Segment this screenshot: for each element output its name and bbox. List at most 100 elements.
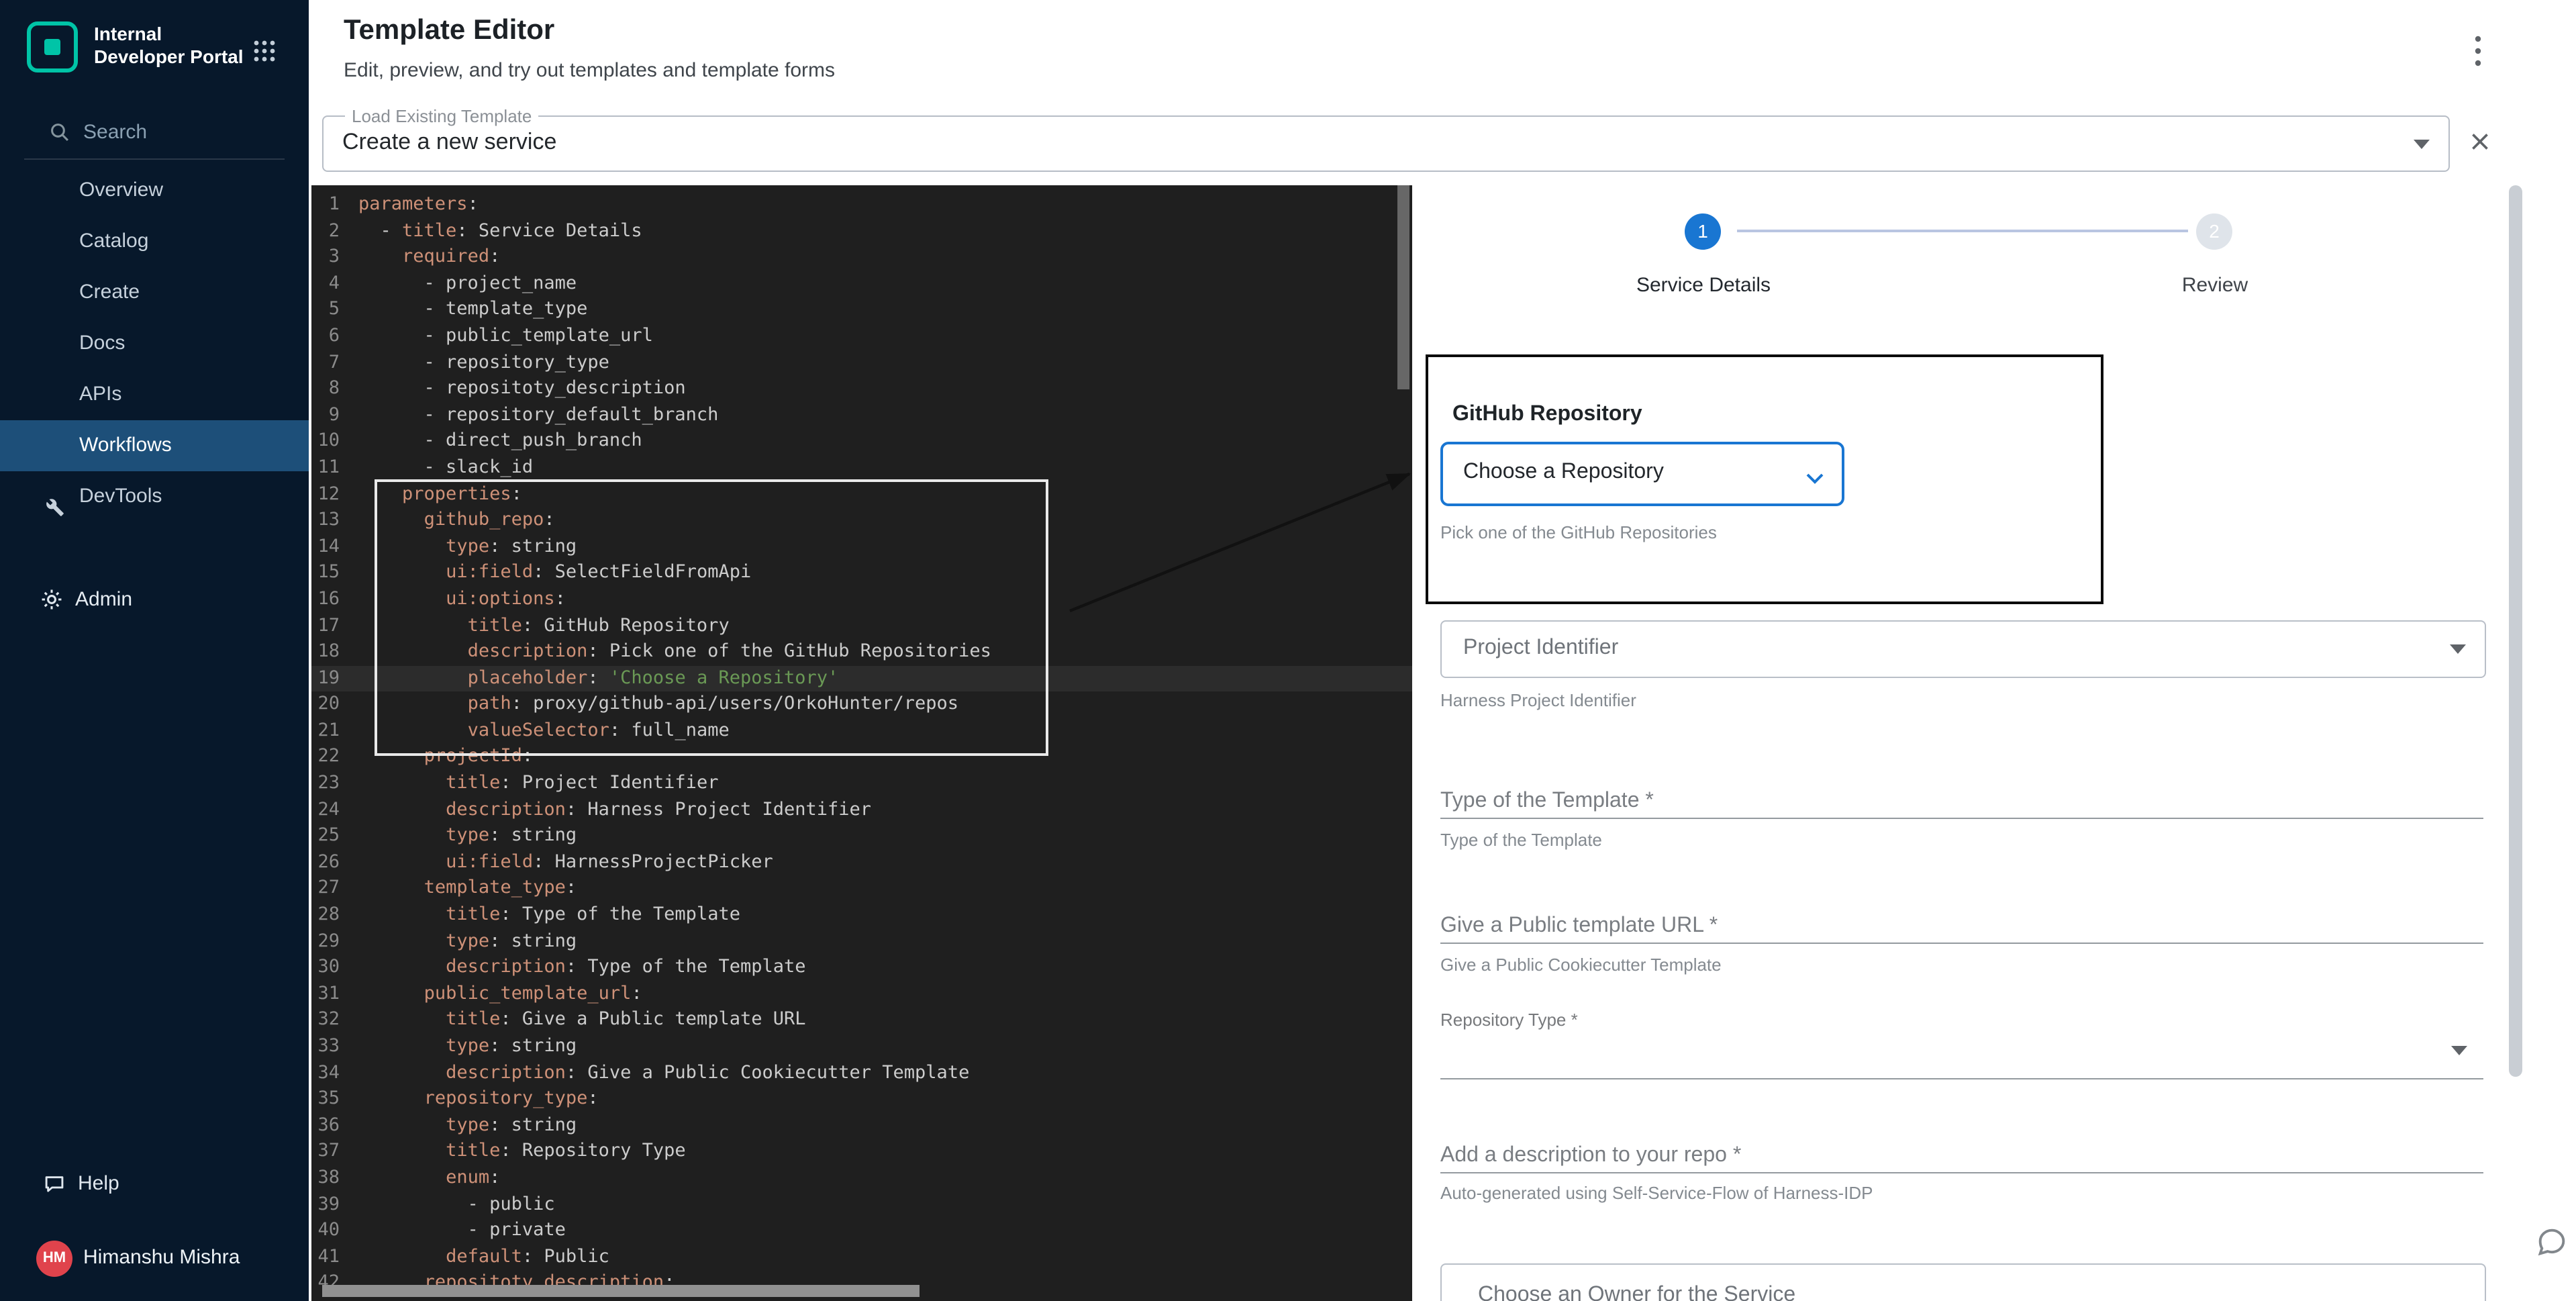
code-line: 11 - slack_id [311, 455, 1412, 481]
user-profile[interactable]: HM Himanshu Mishra [0, 1231, 309, 1285]
brand: Internal Developer Portal [27, 21, 244, 73]
stepper-step-2-label: Review [2182, 274, 2248, 297]
apps-grid-icon[interactable] [252, 39, 277, 70]
code-line: 19 placeholder: 'Choose a Repository' [311, 665, 1412, 691]
editor-vertical-scrollbar[interactable] [1397, 185, 1409, 389]
code-line: 28 title: Type of the Template [311, 902, 1412, 928]
page-subtitle: Edit, preview, and try out templates and… [344, 59, 835, 82]
sidebar-item-workflows[interactable]: Workflows [0, 420, 309, 471]
feedback-chat-icon[interactable] [2534, 1224, 2569, 1259]
brand-title: Internal Developer Portal [94, 21, 244, 68]
admin-label: Admin [75, 575, 132, 626]
template-type-helper: Type of the Template [1440, 830, 1602, 850]
sidebar-item-help[interactable]: Help [0, 1159, 309, 1210]
owner-placeholder: Choose an Owner for the Service [1478, 1284, 1795, 1301]
code-line: 18 description: Pick one of the GitHub R… [311, 639, 1412, 665]
code-line: 16 ui:options: [311, 587, 1412, 613]
stepper-step-1[interactable]: 1 [1685, 213, 1721, 250]
page-title: Template Editor [344, 15, 554, 47]
code-line: 35 repository_type: [311, 1086, 1412, 1112]
preview-scrollbar[interactable] [2509, 185, 2522, 1077]
owner-field[interactable]: Choose an Owner for the Service [1440, 1263, 2486, 1301]
search-icon [48, 121, 71, 144]
code-editor-content: 1parameters:2 - title: Service Details3 … [311, 185, 1412, 1297]
code-line: 23 title: Project Identifier [311, 771, 1412, 797]
public-url-helper: Give a Public Cookiecutter Template [1440, 955, 1722, 975]
project-identifier-helper: Harness Project Identifier [1440, 690, 1636, 710]
code-line: 14 type: string [311, 534, 1412, 560]
code-line: 15 ui:field: SelectFieldFromApi [311, 561, 1412, 587]
sidebar-item-create[interactable]: Create [0, 267, 309, 318]
sidebar-item-devtools[interactable]: DevTools [0, 471, 309, 522]
wrench-icon [46, 486, 64, 537]
code-line: 8 - repositoty_description [311, 376, 1412, 402]
dropdown-caret-icon [2414, 140, 2430, 149]
repo-description-underline [1440, 1172, 2483, 1173]
kebab-menu-icon[interactable] [2474, 34, 2493, 68]
template-editor-page: Internal Developer Portal Search Overvie… [0, 0, 2576, 1301]
github-repo-label: GitHub Repository [1452, 403, 1642, 427]
code-line: 36 type: string [311, 1113, 1412, 1139]
stepper-step-2[interactable]: 2 [2196, 213, 2232, 250]
repo-description-field[interactable]: Add a description to your repo * [1440, 1144, 1741, 1168]
sidebar-item-admin[interactable]: Admin [0, 575, 309, 626]
code-line: 34 description: Give a Public Cookiecutt… [311, 1060, 1412, 1086]
code-line: 7 - repository_type [311, 350, 1412, 376]
code-line: 37 title: Repository Type [311, 1139, 1412, 1165]
sidebar-divider [24, 158, 285, 160]
public-url-field[interactable]: Give a Public template URL * [1440, 914, 1718, 938]
chevron-down-icon [1805, 467, 1824, 491]
code-line: 30 description: Type of the Template [311, 955, 1412, 981]
repo-description-helper: Auto-generated using Self-Service-Flow o… [1440, 1183, 1873, 1203]
repository-type-select[interactable]: Repository Type * [1440, 1010, 1578, 1030]
code-line: 13 github_repo: [311, 508, 1412, 534]
code-line: 26 ui:field: HarnessProjectPicker [311, 850, 1412, 876]
sidebar-item-overview[interactable]: Overview [0, 165, 309, 216]
template-type-field[interactable]: Type of the Template * [1440, 789, 1654, 814]
code-line: 5 - template_type [311, 297, 1412, 324]
github-repo-helper: Pick one of the GitHub Repositories [1440, 522, 1717, 542]
dropdown-caret-icon [2451, 1046, 2467, 1055]
public-url-underline [1440, 943, 2483, 944]
editor-horizontal-scrollbar[interactable] [322, 1285, 920, 1297]
sidebar-search[interactable]: Search [0, 107, 309, 158]
code-line: 39 - public [311, 1192, 1412, 1218]
project-identifier-placeholder: Project Identifier [1463, 622, 1618, 674]
app-logo-icon [27, 21, 78, 73]
code-line: 33 type: string [311, 1034, 1412, 1060]
code-line: 6 - public_template_url [311, 324, 1412, 350]
code-line: 1parameters: [311, 192, 1412, 218]
code-line: 38 enum: [311, 1165, 1412, 1192]
project-identifier-select[interactable]: Project Identifier [1440, 620, 2486, 678]
sidebar-item-catalog[interactable]: Catalog [0, 216, 309, 267]
code-line: 20 path: proxy/github-api/users/OrkoHunt… [311, 692, 1412, 718]
sidebar-nav: Overview Catalog Create Docs APIs Workfl… [0, 165, 309, 522]
search-label: Search [83, 107, 147, 158]
code-line: 4 - project_name [311, 271, 1412, 297]
repository-type-underline [1440, 1078, 2483, 1079]
dropdown-caret-icon [2450, 644, 2466, 654]
sidebar-item-docs[interactable]: Docs [0, 318, 309, 369]
code-editor[interactable]: 1parameters:2 - title: Service Details3 … [311, 185, 1412, 1301]
code-line: 27 template_type: [311, 876, 1412, 902]
code-line: 9 - repository_default_branch [311, 403, 1412, 429]
help-label: Help [78, 1159, 119, 1210]
code-line: 29 type: string [311, 928, 1412, 955]
load-template-select[interactable]: Load Existing Template Create a new serv… [322, 115, 2450, 172]
clear-template-icon[interactable] [2467, 129, 2494, 156]
code-line: 31 public_template_url: [311, 981, 1412, 1008]
code-line: 32 title: Give a Public template URL [311, 1008, 1412, 1034]
load-template-value: Create a new service [342, 117, 556, 168]
gear-icon [40, 588, 63, 611]
code-line: 22 projectId: [311, 744, 1412, 771]
code-line: 12 properties: [311, 481, 1412, 508]
code-line: 41 default: Public [311, 1245, 1412, 1271]
stepper-step-1-label: Service Details [1636, 274, 1771, 297]
sidebar-item-apis[interactable]: APIs [0, 369, 309, 420]
github-repo-select[interactable]: Choose a Repository [1440, 442, 1844, 506]
user-name: Himanshu Mishra [83, 1231, 240, 1285]
code-line: 17 title: GitHub Repository [311, 613, 1412, 639]
code-line: 24 description: Harness Project Identifi… [311, 797, 1412, 823]
avatar: HM [36, 1241, 72, 1277]
code-line: 10 - direct_push_branch [311, 429, 1412, 455]
